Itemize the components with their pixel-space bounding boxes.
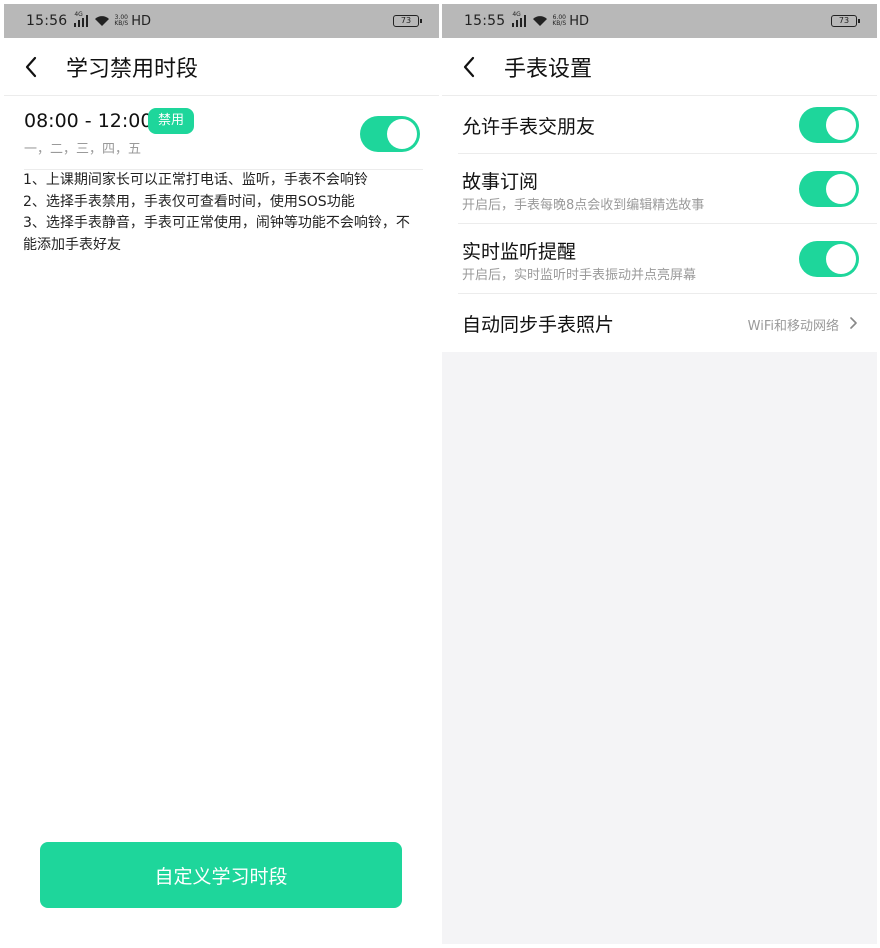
setting-label: 实时监听提醒 [462, 241, 577, 263]
speed-unit: KB/S [114, 20, 129, 27]
battery-icon: 73 [393, 15, 422, 27]
network-speed: 6.00 KB/S [552, 15, 566, 27]
network-speed: 3.00 KB/S [114, 15, 128, 27]
speed-unit: KB/S [552, 20, 567, 27]
period-toggle[interactable] [360, 116, 420, 152]
status-time: 15:56 [26, 13, 68, 29]
setting-row-make-friends[interactable]: 允许手表交朋友 [442, 96, 877, 154]
note-line: 3、选择手表静音，手表可正常使用，闹钟等功能不会响铃，不能添加手表好友 [23, 215, 410, 253]
photo-sync-value: WiFi和移动网络 [747, 319, 839, 334]
chevron-left-icon [25, 56, 37, 77]
signal-icon: 4G [512, 11, 528, 27]
study-period-screen: 15:56 4G 3.00 KB/S HD 73 学习禁用时段 08:00 - … [4, 4, 439, 944]
back-button[interactable] [442, 38, 496, 96]
make-friends-toggle[interactable] [799, 107, 859, 143]
status-bar: 15:56 4G 3.00 KB/S HD 73 [4, 4, 439, 38]
setting-row-story-subscription[interactable]: 故事订阅 开启后，手表每晚8点会收到编辑精选故事 [442, 154, 877, 224]
chevron-right-icon [850, 317, 857, 329]
story-subscription-toggle[interactable] [799, 171, 859, 207]
period-time-range: 08:00 - 12:00 [24, 110, 153, 132]
battery-icon: 73 [831, 15, 860, 27]
note-line: 2、选择手表禁用，手表仅可查看时间，使用SOS功能 [23, 193, 355, 210]
signal-icon: 4G [74, 11, 90, 27]
header: 学习禁用时段 [4, 38, 439, 96]
hd-indicator: HD [569, 13, 590, 29]
setting-label: 自动同步手表照片 [462, 314, 615, 336]
hd-indicator: HD [131, 13, 152, 29]
mode-badge: 禁用 [148, 108, 195, 134]
toggle-knob [387, 119, 417, 149]
period-days: 一，二，三，四，五 [24, 142, 142, 157]
custom-period-button[interactable]: 自定义学习时段 [40, 842, 402, 908]
setting-description: 开启后，实时监听时手表振动并点亮屏幕 [462, 268, 697, 283]
chevron-left-icon [463, 56, 475, 77]
setting-label: 允许手表交朋友 [462, 116, 596, 138]
monitor-reminder-toggle[interactable] [799, 241, 859, 277]
study-period-item[interactable]: 08:00 - 12:00 禁用 一，二，三，四，五 [4, 100, 439, 170]
setting-label: 故事订阅 [462, 171, 539, 193]
status-time: 15:55 [464, 13, 506, 29]
back-button[interactable] [4, 38, 58, 96]
watch-settings-screen: 15:55 4G 6.00 KB/S HD 73 手表设置 允许手表交朋友 故事… [442, 4, 877, 944]
page-title: 学习禁用时段 [66, 56, 199, 82]
toggle-knob [826, 244, 856, 274]
network-type: 4G [512, 11, 521, 18]
network-type: 4G [74, 11, 83, 18]
settings-list: 允许手表交朋友 故事订阅 开启后，手表每晚8点会收到编辑精选故事 实时监听提醒 … [442, 96, 877, 352]
header: 手表设置 [442, 38, 877, 96]
setting-row-photo-sync[interactable]: 自动同步手表照片 WiFi和移动网络 [442, 294, 877, 352]
status-icons: 4G 6.00 KB/S HD [509, 11, 590, 29]
wifi-icon [533, 16, 548, 26]
status-icons: 4G 3.00 KB/S HD [71, 11, 152, 29]
rules-notes: 1、上课期间家长可以正常打电话、监听，手表不会响铃 2、选择手表禁用，手表仅可查… [23, 170, 415, 256]
wifi-icon [95, 16, 110, 26]
page-title: 手表设置 [504, 56, 593, 82]
status-bar: 15:55 4G 6.00 KB/S HD 73 [442, 4, 877, 38]
setting-row-monitor-reminder[interactable]: 实时监听提醒 开启后，实时监听时手表振动并点亮屏幕 [442, 224, 877, 294]
setting-description: 开启后，手表每晚8点会收到编辑精选故事 [462, 198, 705, 213]
toggle-knob [826, 174, 856, 204]
note-line: 1、上课期间家长可以正常打电话、监听，手表不会响铃 [23, 172, 368, 188]
toggle-knob [826, 110, 856, 140]
